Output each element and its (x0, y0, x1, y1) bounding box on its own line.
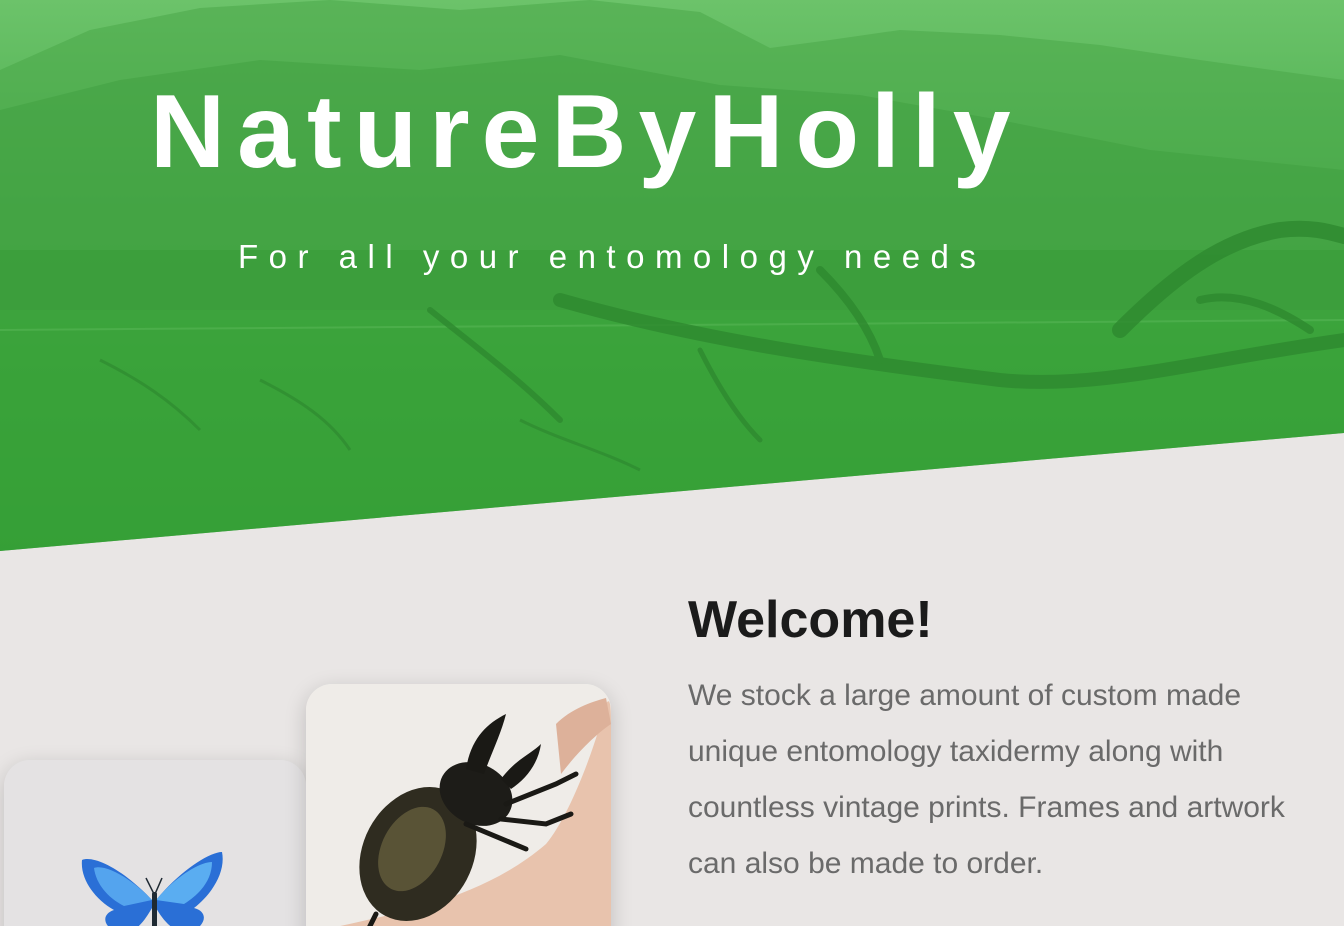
butterfly-illustration (4, 760, 306, 926)
welcome-description: We stock a large amount of custom made u… (688, 679, 1285, 880)
butterfly-photo (4, 760, 306, 926)
beetle-illustration (306, 684, 611, 926)
site-tagline: For all your entomology needs (238, 238, 987, 275)
site-title: NatureByHolly (150, 74, 1023, 190)
hero-banner: NatureByHolly For all your entomology ne… (0, 0, 1344, 551)
welcome-heading: Welcome! (688, 591, 933, 649)
beetle-photo (306, 684, 611, 926)
page: NatureByHolly For all your entomology ne… (0, 0, 1344, 926)
